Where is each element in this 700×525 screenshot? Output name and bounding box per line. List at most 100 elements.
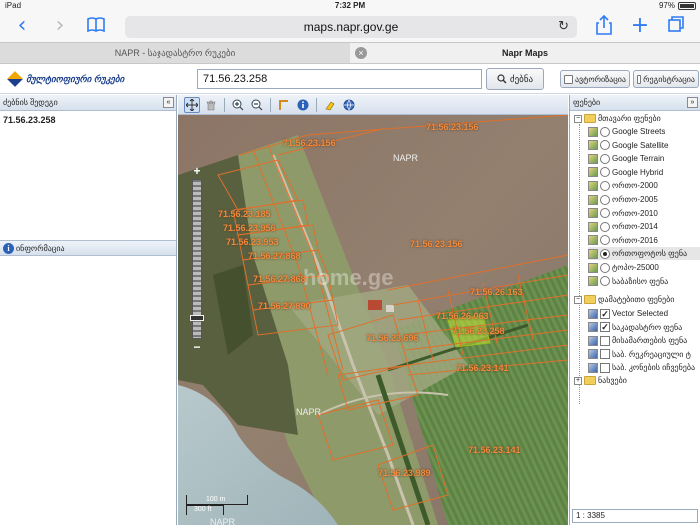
clear-tool-icon[interactable] — [322, 97, 338, 113]
collapse-left-panel-icon[interactable]: « — [163, 97, 174, 108]
layer-radio[interactable] — [600, 208, 610, 219]
layer-radio[interactable] — [600, 276, 610, 287]
tab-napr-maps[interactable]: Napr Maps — [350, 43, 700, 63]
layer-checkbox[interactable]: ✓ — [600, 322, 610, 333]
base-layer-item[interactable]: ორთო-2005 — [588, 193, 700, 206]
parcel-label[interactable]: 71.56.23.141 — [456, 363, 509, 373]
overlay-layer-item[interactable]: საბ. კონების იჩვენება — [588, 361, 700, 374]
tab-label: NAPR - საჯადასტრო რუკები — [114, 48, 236, 58]
base-layer-item[interactable]: ორთო-2016 — [588, 234, 700, 247]
search-result-item[interactable]: 71.56.23.258 — [0, 111, 176, 129]
parcel-label[interactable]: 71.56.23.141 — [468, 445, 521, 455]
information-header[interactable]: i ინფორმაცია — [0, 240, 176, 256]
overlay-layer-item[interactable]: მისამართების ფენა — [588, 334, 700, 347]
base-layer-item[interactable]: ორთო-2010 — [588, 207, 700, 220]
layer-radio[interactable] — [600, 248, 610, 259]
layer-radio[interactable] — [600, 153, 610, 164]
parcel-label[interactable]: 71.56.23.156 — [283, 138, 336, 148]
globe-icon[interactable] — [341, 97, 357, 113]
layer-radio[interactable] — [600, 140, 610, 151]
parcel-search-input[interactable] — [197, 69, 482, 89]
back-icon[interactable]: ‹ — [10, 15, 34, 39]
collapse-group-icon[interactable]: − — [574, 114, 582, 123]
base-layer-item[interactable]: ორთო-2000 — [588, 179, 700, 192]
map-view[interactable]: home.ge NAPR NAPR NAPR 71.56.23.156 71.56… — [178, 115, 568, 525]
layer-icon — [588, 349, 598, 360]
parcel-label[interactable]: 71.56.27.868 — [253, 274, 306, 284]
layer-radio[interactable] — [600, 221, 610, 232]
expand-group-icon[interactable]: + — [574, 376, 582, 385]
layer-radio[interactable] — [600, 235, 610, 246]
tabs-icon[interactable] — [664, 15, 688, 39]
zoom-out-button[interactable]: − — [190, 341, 204, 353]
layer-checkbox[interactable] — [600, 362, 610, 373]
base-layer-item[interactable]: Google Streets — [588, 125, 700, 138]
base-layer-item[interactable]: Google Satellite — [588, 139, 700, 152]
base-layers-group[interactable]: − მთავარი ფენები — [574, 112, 661, 125]
layer-label: ორთო-2016 — [612, 235, 658, 245]
layer-icon — [588, 180, 598, 191]
search-button[interactable]: ძებნა — [486, 68, 544, 90]
overlay-layer-item[interactable]: ✓ საკადასტრო ფენა — [588, 321, 700, 334]
zoom-slider[interactable]: + − — [190, 165, 204, 355]
parcel-label[interactable]: 71.56.23.185 — [218, 209, 271, 219]
tab-napr-cadastral[interactable]: NAPR - საჯადასტრო რუკები — [0, 43, 350, 63]
layer-checkbox[interactable] — [600, 335, 610, 346]
layer-radio[interactable] — [600, 262, 610, 273]
maps-group[interactable]: + ნახვები — [574, 374, 627, 387]
logo-text: მულტიოფიური რუკები — [26, 73, 125, 84]
zoom-in-icon[interactable] — [230, 97, 246, 113]
address-bar[interactable]: maps.napr.gov.ge ↻ — [125, 16, 577, 38]
site-logo[interactable]: მულტიოფიური რუკები — [7, 70, 148, 88]
parcel-label[interactable]: 71.56.23.956 — [223, 223, 276, 233]
bookmarks-icon[interactable] — [84, 15, 108, 39]
new-tab-icon[interactable]: + — [628, 15, 652, 39]
authorization-button[interactable]: ავტორიზაცია — [560, 70, 630, 88]
parcel-label[interactable]: 71.56.23.953 — [226, 237, 279, 247]
info-tool-icon[interactable] — [295, 97, 311, 113]
collapse-group-icon[interactable]: − — [574, 295, 582, 304]
parcel-label[interactable]: 71.56.23.696 — [366, 333, 419, 343]
base-layer-item[interactable]: ტოპო-25000 — [588, 261, 700, 274]
collapse-right-panel-icon[interactable]: » — [687, 97, 698, 108]
close-tab-icon[interactable]: × — [355, 47, 367, 59]
parcel-label[interactable]: 71.56.26.163 — [470, 287, 523, 297]
parcel-label[interactable]: 71.56.23.989 — [378, 468, 431, 478]
measure-tool-icon[interactable] — [276, 97, 292, 113]
register-button[interactable]: რეგისტრაცია — [633, 70, 699, 88]
hand-tool-icon[interactable] — [203, 97, 219, 113]
share-icon[interactable] — [592, 14, 616, 39]
pan-tool-icon[interactable] — [184, 96, 200, 113]
base-layer-item[interactable]: ორთოფოტოს ფენა — [588, 247, 700, 261]
tab-bar: NAPR - საჯადასტრო რუკები Napr Maps × — [0, 42, 700, 64]
parcel-label[interactable]: 71.56.27.890 — [258, 301, 311, 311]
layer-radio[interactable] — [600, 167, 610, 178]
zoom-in-button[interactable]: + — [190, 165, 204, 177]
base-layer-item[interactable]: საბაზისო ფენა — [588, 275, 700, 288]
parcel-label[interactable]: 71.56.23.156 — [426, 122, 479, 132]
base-layer-item[interactable]: Google Hybrid — [588, 166, 700, 179]
base-layer-item[interactable]: Google Terrain — [588, 152, 700, 165]
layer-radio[interactable] — [600, 126, 610, 137]
layer-checkbox[interactable]: ✓ — [600, 308, 610, 319]
reload-icon[interactable]: ↻ — [558, 16, 569, 38]
layer-label: Google Streets — [612, 127, 666, 136]
overlay-layers-label: დამატებითი ფენები — [598, 295, 675, 304]
base-layer-item[interactable]: ორთო-2014 — [588, 220, 700, 233]
parcel-label[interactable]: 71.56.26.063 — [436, 311, 489, 321]
tab-label: Napr Maps — [501, 48, 548, 58]
overlay-layer-item[interactable]: ✓ Vector Selected — [588, 307, 700, 320]
zoom-handle[interactable] — [190, 315, 204, 321]
parcel-label[interactable]: 71.56.27.868 — [248, 251, 301, 261]
parcel-label[interactable]: 71.56.23.156 — [410, 239, 463, 249]
layer-checkbox[interactable] — [600, 349, 610, 360]
zoom-out-icon[interactable] — [249, 97, 265, 113]
parcel-label[interactable]: 71.56.23.258 — [452, 326, 505, 336]
search-results-header: ძებნის შედეგი « — [0, 95, 176, 111]
layer-radio[interactable] — [600, 180, 610, 191]
overlay-layers-group[interactable]: − დამატებითი ფენები — [574, 293, 674, 306]
layer-radio[interactable] — [600, 194, 610, 205]
forward-icon[interactable]: › — [48, 15, 72, 39]
toolbar-divider — [270, 97, 271, 112]
overlay-layer-item[interactable]: საბ. რეკრეაციული ტ — [588, 348, 700, 361]
